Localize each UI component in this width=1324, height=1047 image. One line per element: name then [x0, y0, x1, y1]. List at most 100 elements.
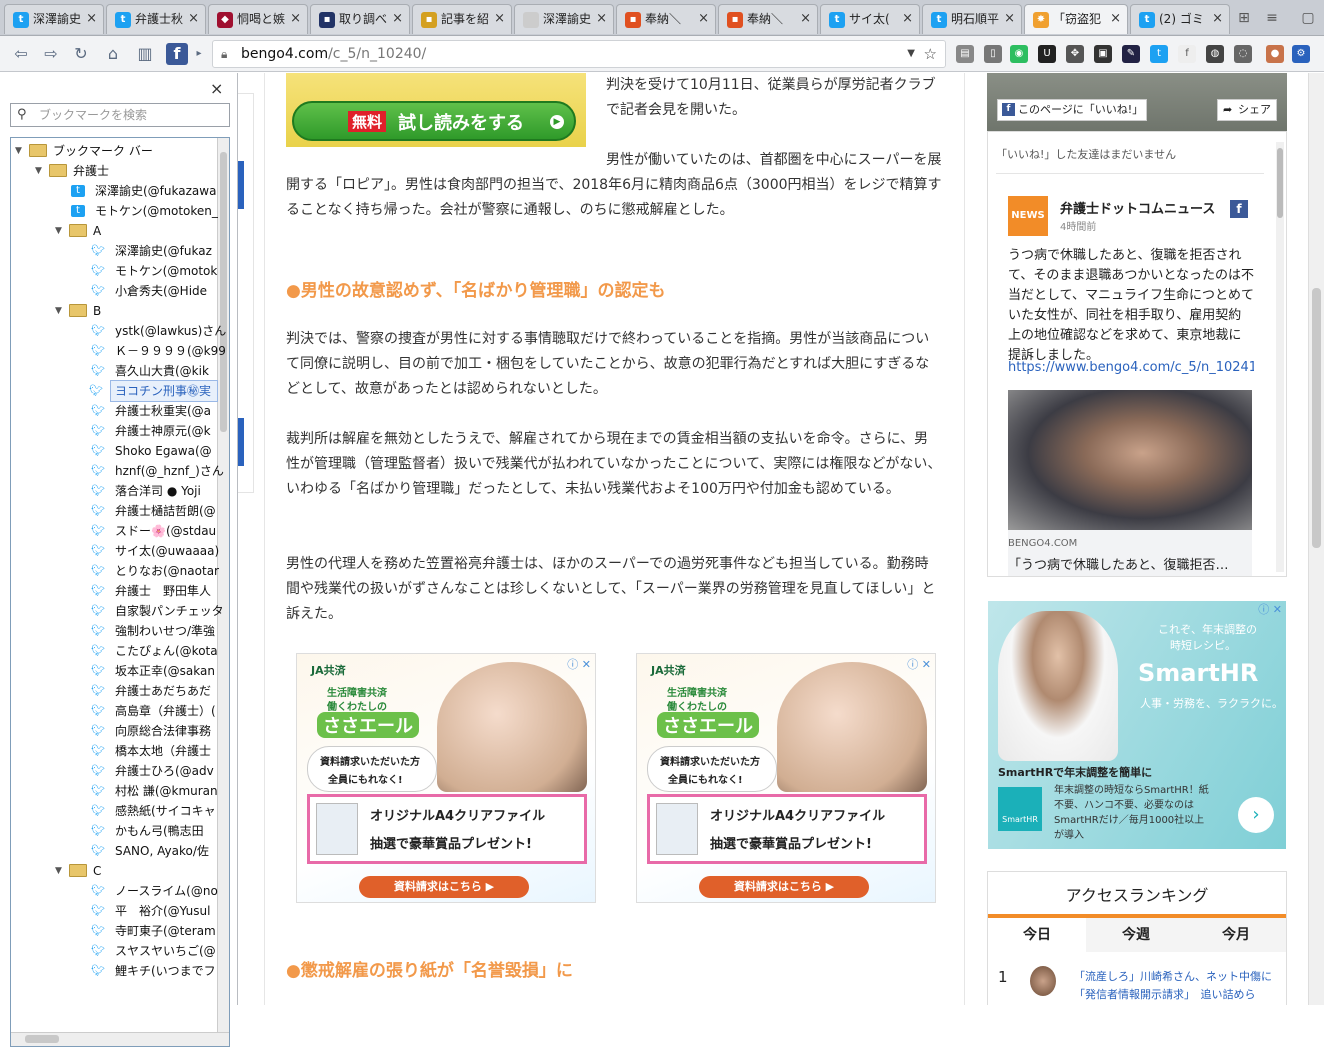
twitter-icon[interactable]: t [1150, 45, 1168, 63]
bookmark-item[interactable]: 🐦︎ 弁護士ひろ(@adv [11, 761, 217, 781]
bookmark-item[interactable]: 🐦︎ 弁護士あだちあだ [11, 681, 217, 701]
trial-button[interactable]: 無料 試し読みをする ▶ [292, 101, 576, 141]
screenshot-icon[interactable]: ▣ [1094, 45, 1112, 63]
bookmark-item[interactable]: 🐦︎ 高島章（弁護士）( [11, 701, 217, 721]
bookmark-item[interactable]: t モトケン(@motoken_ [11, 201, 218, 221]
bookmark-item[interactable]: 🐦︎ Shoko Egawa(@ [11, 441, 217, 461]
bookmarks-icon[interactable]: ▥ [134, 43, 156, 65]
bookmark-item[interactable]: 🐦︎ 小倉秀夫(@Hide [11, 281, 217, 301]
bookmark-item[interactable]: 🐦︎ SANO, Ayako/佐 [11, 841, 217, 861]
expand-arrow-icon[interactable]: ▼ [55, 865, 69, 877]
tab-3[interactable]: ◆ 恫喝と嫉 × [208, 4, 308, 34]
bookmark-item[interactable]: 🐦︎ 弁護士神原元(@k [11, 421, 217, 441]
bookmark-folder[interactable]: ▼ 弁護士 [11, 161, 217, 181]
tab-2[interactable]: t 弁護士秋 × [106, 4, 206, 34]
horizontal-scrollbar[interactable] [11, 1032, 229, 1046]
tab-5[interactable]: ▪ 記事を紹 × [412, 4, 512, 34]
ja-ad-banner-left[interactable]: JA共済 ⓘ ✕ 生活障害共済 働くわたしの ささエール 資料請求いただいた方 … [296, 653, 596, 903]
bookmark-item[interactable]: 🐦︎ ystk(@lawkus)さん [11, 321, 226, 341]
home-icon[interactable]: ⌂ [102, 43, 124, 65]
scroll-thumb[interactable] [220, 152, 227, 432]
bookmark-item[interactable]: 🐦︎ 強制わいせつ/準強 [11, 621, 217, 641]
bookmark-item[interactable]: 🐦︎ 坂本正幸(@sakan [11, 661, 217, 681]
close-icon[interactable]: × [596, 5, 607, 33]
smarthr-ad-banner[interactable]: ⓘ ✕ これぞ、年末調整の 時短レシピ。 SmartHR 人事・労務を、ラクラク… [988, 601, 1286, 849]
bookmark-item[interactable]: 🐦︎ 橋本太地（弁護士 [11, 741, 217, 761]
edit-icon[interactable]: ✎ [1122, 45, 1140, 63]
close-icon[interactable]: × [188, 5, 199, 33]
bookmark-item[interactable]: 🐦︎ スヤスヤいちご(@ [11, 941, 217, 961]
ja-ad-banner-right[interactable]: JA共済 ⓘ ✕ 生活障害共済 働くわたしの ささエール 資料請求いただいた方 … [636, 653, 936, 903]
ad-info-icon[interactable]: ⓘ ✕ [1258, 601, 1282, 617]
close-icon[interactable]: × [1004, 5, 1015, 33]
ranking-link[interactable]: 「流産しろ」川崎希さん、ネット中傷に [1074, 968, 1272, 984]
bookmark-item[interactable]: 🐦︎ こたぴょん(@kota [11, 641, 218, 661]
settings-icon[interactable]: ⚙ [1292, 45, 1310, 63]
widget-scrollbar[interactable] [1276, 142, 1284, 572]
bookmark-item[interactable]: 🐦︎ 村松 謙(@kmuran [11, 781, 218, 801]
close-icon[interactable]: × [800, 5, 811, 33]
bookmark-item[interactable]: 🐦︎ 弁護士 野田隼人 [11, 581, 217, 601]
bookmark-item[interactable]: 🐦︎ Ｋ－９９９９(@k99 [11, 341, 226, 361]
top-ad-banner[interactable]: 無料 試し読みをする ▶ [286, 73, 586, 147]
vertical-scrollbar[interactable] [217, 138, 229, 1046]
fb-page-name[interactable]: 弁護士ドットコムニュース [1060, 198, 1215, 217]
menu-icon[interactable]: ≡ [1262, 8, 1282, 28]
star-icon[interactable]: ☆ [924, 41, 937, 67]
bookmark-item[interactable]: 🐦︎ 自家製パンチェッタ [11, 601, 224, 621]
tab-9[interactable]: t サイ太(× [820, 4, 920, 34]
bookmark-item[interactable]: 🐦︎ 喜久山大貴(@kik [11, 361, 217, 381]
close-icon[interactable]: × [290, 5, 301, 33]
close-icon[interactable]: × [698, 5, 709, 33]
bookmark-item[interactable]: 🐦︎ スドー🌸(@stdau [11, 521, 217, 541]
tab-6[interactable]: 深澤諭史 × [514, 4, 614, 34]
fb-link-preview[interactable]: BENGO4.COM 「うつ病で休職したあと、復職拒否… [1008, 530, 1252, 576]
tab-today[interactable]: 今日 [988, 918, 1086, 952]
tab-1[interactable]: t 深澤諭史 × [4, 4, 104, 34]
reload-icon[interactable]: ↻ [70, 43, 92, 65]
forward-icon[interactable]: ⇨ [40, 43, 62, 65]
ad-info-icon[interactable]: ⓘ ✕ [567, 656, 591, 672]
window-icon[interactable]: ▢ [1298, 8, 1318, 28]
expand-arrow-icon[interactable]: ▼ [15, 145, 29, 157]
close-icon[interactable]: × [210, 79, 223, 98]
scroll-thumb[interactable] [1277, 148, 1283, 218]
facebook-icon[interactable]: f [166, 43, 188, 65]
bookmark-item[interactable]: 🐦︎ 向原総合法律事務 [11, 721, 217, 741]
bookmark-item[interactable]: 🐦︎ 弁護士秋重実(@a [11, 401, 217, 421]
expand-arrow-icon[interactable]: ▼ [55, 305, 69, 317]
bookmark-folder[interactable]: ▼ A [11, 221, 217, 241]
bookmark-item[interactable]: 🐦︎ ヨコチン刑事㊙実 [89, 380, 218, 402]
tab-7[interactable]: ▪ 奉納＼ × [616, 4, 716, 34]
close-icon[interactable]: × [902, 5, 913, 33]
tab-8[interactable]: ▪ 奉納＼ × [718, 4, 818, 34]
avatar-icon[interactable]: ● [1266, 45, 1284, 63]
page-scrollbar[interactable] [1308, 73, 1324, 1005]
close-icon[interactable]: × [494, 5, 505, 33]
fb-post-link[interactable]: https://www.bengo4.com/c_5/n_10241/ [1008, 360, 1254, 375]
side-button[interactable] [238, 418, 244, 466]
close-icon[interactable]: × [392, 5, 403, 33]
tab-10[interactable]: t 明石順平 × [922, 4, 1022, 34]
ranking-link[interactable]: 「発信者情報開示請求」 追い詰めら [1074, 986, 1256, 1002]
next-arrow-button[interactable]: › [1238, 797, 1274, 833]
ghost-icon[interactable]: ◍ [1206, 45, 1224, 63]
url-bar[interactable]: 🔒︎ bengo4.com/c_5/n_10240/ ▼ ☆ [212, 40, 946, 68]
bookmark-item[interactable]: 🐦︎ 深澤諭史(@fukaz [11, 241, 217, 261]
bookmark-item[interactable]: t 深澤諭史(@fukazawa [11, 181, 217, 201]
tab-week[interactable]: 今週 [1086, 918, 1186, 952]
tab-11-active[interactable]: ✸ 「窃盗犯 × [1024, 4, 1128, 34]
bookmark-item[interactable]: 🐦︎ 平 裕介(@Yusul [11, 901, 217, 921]
dropdown-icon[interactable]: ▼ [907, 41, 915, 67]
close-icon[interactable]: × [86, 5, 97, 33]
bookmark-item[interactable]: 🐦︎ 落合洋司 ● Yoji [11, 481, 217, 501]
bookmark-folder[interactable]: ▼ ブックマーク バー [11, 141, 217, 161]
tab-4[interactable]: ▪ 取り調べ × [310, 4, 410, 34]
request-button[interactable]: 資料請求はこちら ▶ [699, 876, 869, 898]
scroll-thumb[interactable] [1312, 288, 1321, 548]
chat-icon[interactable]: ◌ [1234, 45, 1252, 63]
bookmark-folder[interactable]: ▼ B [11, 301, 217, 321]
more-icon[interactable]: ▸ [192, 43, 206, 65]
url-icon[interactable]: U [1038, 45, 1056, 63]
close-icon[interactable]: × [1110, 5, 1121, 33]
